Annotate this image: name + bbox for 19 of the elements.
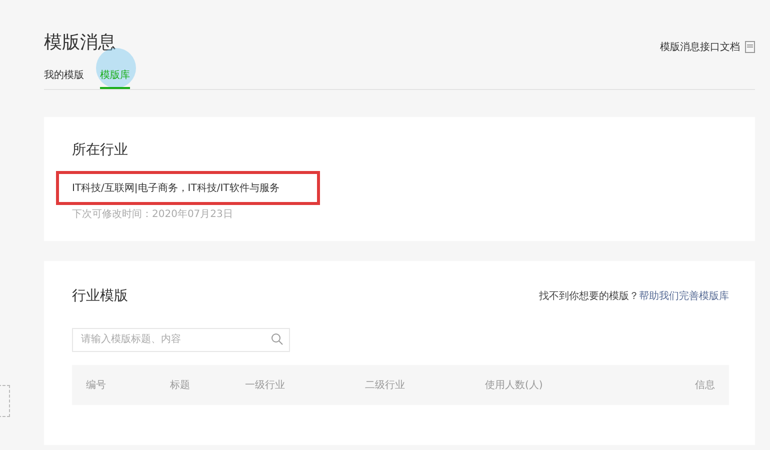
column-header: 编号 bbox=[86, 378, 107, 392]
column-header: 一级行业 bbox=[245, 378, 286, 392]
column-header: 标题 bbox=[170, 378, 191, 392]
card-title: 所在行业 bbox=[72, 141, 129, 159]
tab[interactable]: 我的模版 bbox=[44, 62, 84, 89]
column-header: 使用人数(人) bbox=[485, 379, 544, 392]
document-icon bbox=[745, 41, 755, 53]
card-title: 行业模版 bbox=[72, 287, 128, 305]
next-change-text: 下次可修改时间：2020年07月23日 bbox=[72, 208, 234, 221]
search-field[interactable]: 请输入模版标题、内容 bbox=[72, 328, 290, 352]
column-header: 二级行业 bbox=[365, 378, 406, 392]
industry-text: IT科技/互联网|电子商务，IT科技/IT软件与服务 bbox=[72, 182, 280, 195]
help-link[interactable]: 帮助我们完善模版库 bbox=[639, 289, 729, 303]
search-icon bbox=[271, 333, 283, 345]
doc-link[interactable]: 模版消息接口文档 bbox=[660, 40, 755, 54]
dashed-frame bbox=[0, 385, 10, 417]
hint-text: 找不到你想要的模版？ bbox=[539, 290, 639, 303]
column-header: 信息 bbox=[694, 378, 715, 392]
page-title: 模版消息 bbox=[44, 31, 116, 54]
